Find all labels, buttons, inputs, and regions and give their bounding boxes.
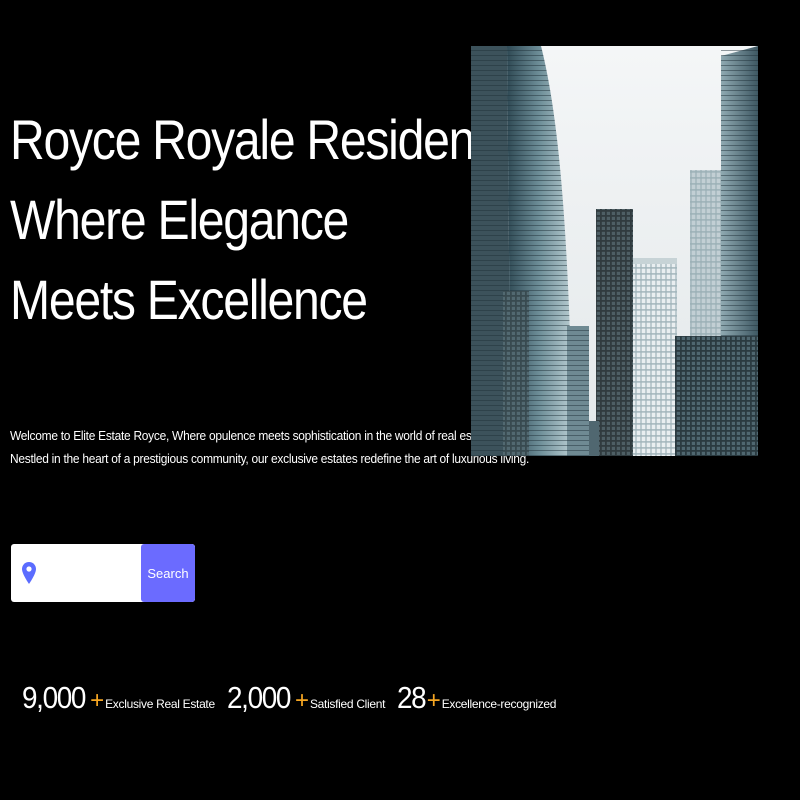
hero-title-line: Royce Royale Residences xyxy=(10,108,546,171)
location-search-bar: Search xyxy=(11,544,195,602)
hero-title-line: Where Elegance xyxy=(10,188,349,251)
stat-plus: + xyxy=(426,687,441,714)
stat-plus: + xyxy=(90,687,105,714)
stat-number: 2,000 xyxy=(226,680,291,715)
location-search-input[interactable] xyxy=(41,544,145,602)
stat-label: Satisfied Client xyxy=(309,697,386,711)
stat-label: Excellence-recognized xyxy=(441,697,557,711)
location-pin-icon xyxy=(22,562,36,584)
hero-description: Welcome to Elite Estate Royce, Where opu… xyxy=(10,424,529,470)
skyscrapers-photo xyxy=(471,46,758,456)
hero-title: Royce Royale Residences Where Elegance M… xyxy=(10,100,546,340)
stats-row: 9,000 + Exclusive Real Estate 2,000 + Sa… xyxy=(22,680,568,716)
stat-number: 28 xyxy=(397,680,427,715)
hero-description-line: Nestled in the heart of a prestigious co… xyxy=(10,451,530,466)
hero-description-line: Welcome to Elite Estate Royce, Where opu… xyxy=(10,428,494,443)
stat-number: 9,000 xyxy=(22,680,86,715)
stat-item: 28 + Excellence-recognized xyxy=(397,680,556,716)
stat-plus: + xyxy=(294,687,309,714)
search-button[interactable]: Search xyxy=(141,544,195,602)
stat-label: Exclusive Real Estate xyxy=(105,697,215,711)
hero-title-line: Meets Excellence xyxy=(10,268,368,331)
hero-section: Royce Royale Residences Where Elegance M… xyxy=(0,0,800,800)
stat-item: 9,000 + Exclusive Real Estate xyxy=(22,680,215,716)
stat-item: 2,000 + Satisfied Client xyxy=(226,680,386,716)
